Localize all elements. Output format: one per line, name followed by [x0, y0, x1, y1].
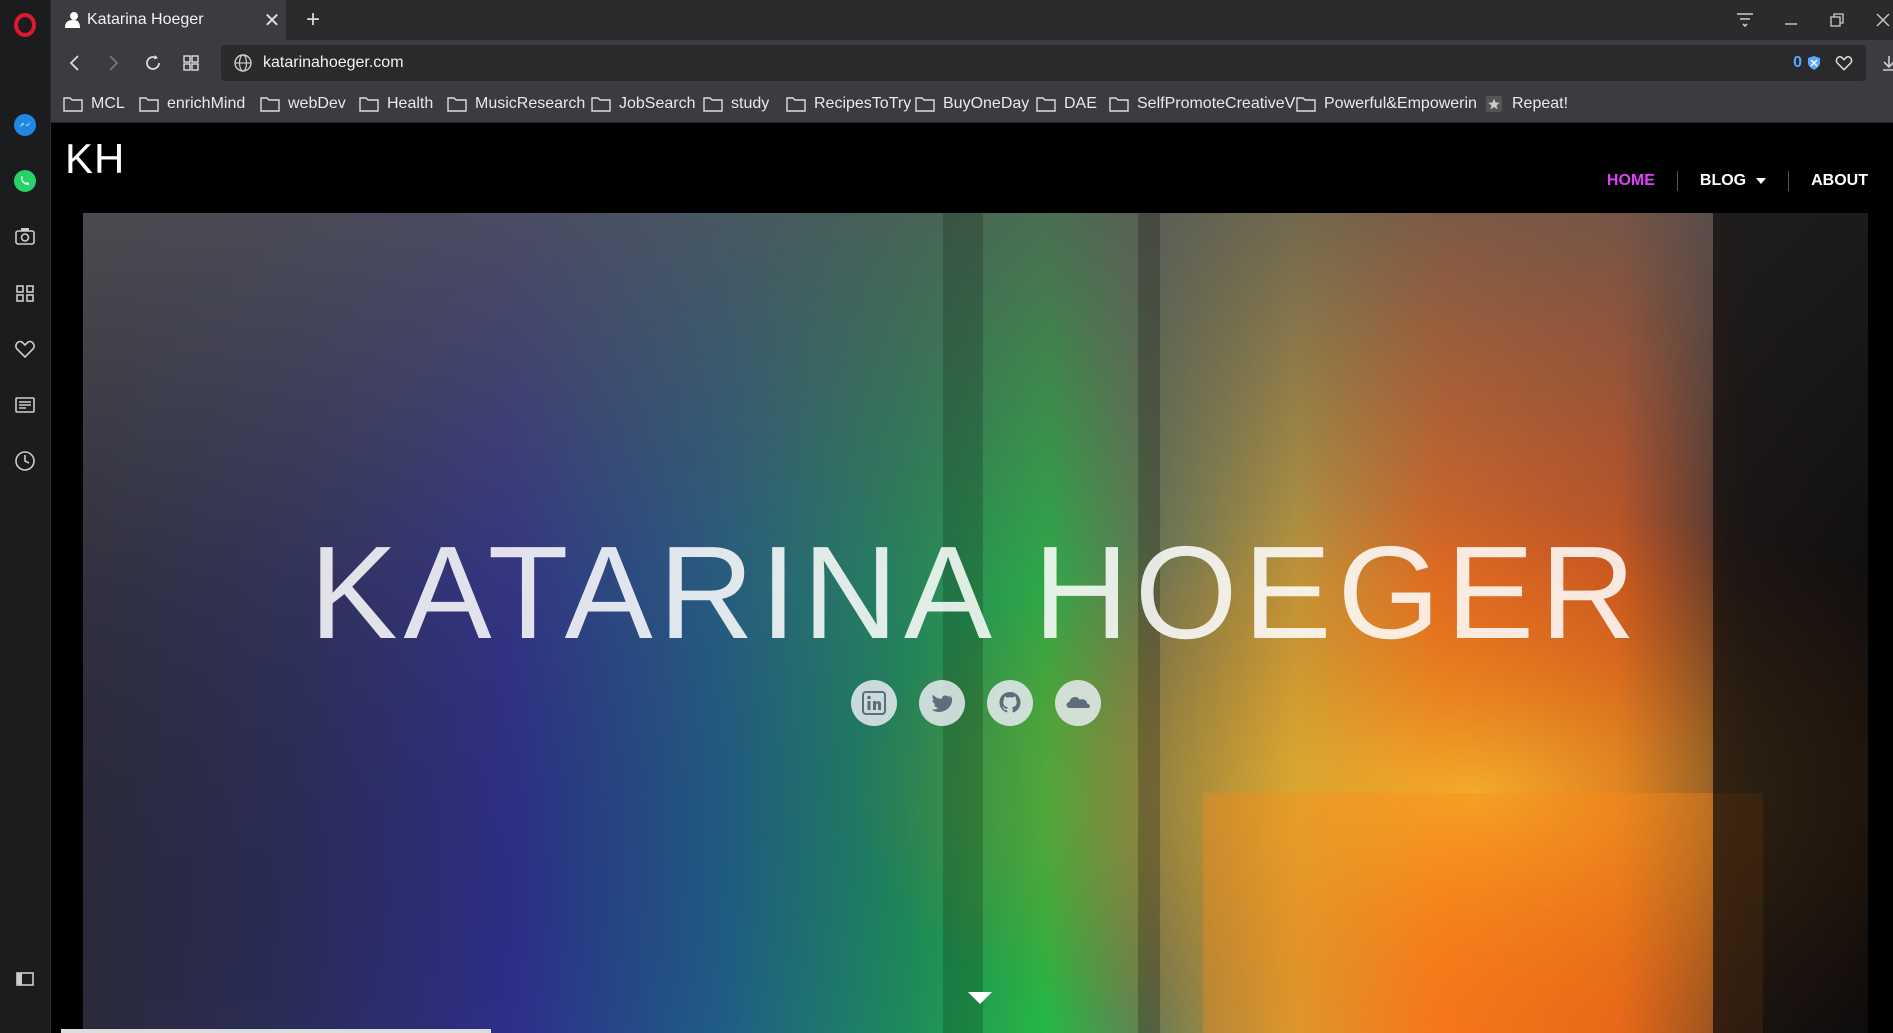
messenger-icon[interactable]	[12, 112, 38, 138]
nav-blog-label: BLOG	[1699, 172, 1747, 189]
blocked-ads-count[interactable]: 0	[1793, 54, 1802, 72]
url-field[interactable]: katarinahoeger.com 0	[221, 45, 1866, 81]
folder-icon	[703, 97, 723, 112]
bookmark-label: MCL	[91, 95, 125, 112]
close-window-icon[interactable]	[1865, 6, 1893, 34]
bookmark-label: MusicResearch	[475, 95, 586, 112]
speed-dial-icon[interactable]	[12, 280, 38, 306]
folder-icon	[1296, 97, 1316, 112]
bookmark-label: enrichMind	[167, 95, 246, 112]
news-icon[interactable]	[12, 392, 38, 418]
soundcloud-link[interactable]	[1054, 680, 1101, 726]
history-icon[interactable]	[12, 448, 38, 474]
ad-block-shield-icon[interactable]	[1806, 55, 1822, 71]
opera-logo-icon[interactable]	[12, 12, 38, 38]
github-icon	[999, 692, 1020, 713]
twitter-link[interactable]	[918, 680, 965, 726]
download-icon[interactable]	[1875, 49, 1893, 77]
forward-icon[interactable]	[99, 49, 127, 77]
tab-close-icon[interactable]: ✕	[258, 8, 286, 33]
hero-section: KATARINA HOEGER	[83, 213, 1868, 1033]
tab-title: Katarina Hoeger	[87, 11, 204, 28]
folder-icon	[591, 97, 611, 112]
folder-icon	[139, 97, 159, 112]
heart-icon[interactable]	[12, 336, 38, 362]
bookmarks-bar: MCL enrichMind webDev Health MusicResear…	[51, 86, 1893, 123]
bookmark-folder[interactable]: BuyOneDay	[915, 86, 1029, 122]
tab-menu-icon[interactable]	[1727, 6, 1763, 34]
back-icon[interactable]	[61, 49, 89, 77]
minimize-icon[interactable]	[1773, 6, 1809, 34]
hero-title: KATARINA HOEGER	[309, 519, 1642, 666]
web-page: KH HOME BLOG ABOUT KATARINA HOEGER	[51, 123, 1893, 1033]
bookmark-label: webDev	[288, 95, 346, 112]
opera-sidebar	[0, 0, 51, 1033]
address-bar-row: katarinahoeger.com 0	[51, 40, 1893, 86]
scroll-down-icon[interactable]	[968, 992, 992, 1004]
linkedin-link[interactable]	[850, 680, 897, 726]
favicon-icon	[65, 12, 80, 28]
globe-icon	[234, 54, 252, 72]
bookmark-label: BuyOneDay	[943, 95, 1030, 112]
site-logo[interactable]: KH	[65, 135, 125, 183]
repeat-favicon-icon	[1485, 95, 1503, 113]
bookmark-label: Powerful&Empowerin	[1324, 95, 1477, 112]
restore-icon[interactable]	[1819, 6, 1855, 34]
bookmark-label: Health	[387, 95, 434, 112]
folder-icon	[786, 97, 806, 112]
folder-icon	[359, 97, 379, 112]
nav-home[interactable]: HOME	[1585, 172, 1677, 190]
folder-icon	[1036, 97, 1056, 112]
twitter-icon	[931, 694, 952, 712]
url-text: katarinahoeger.com	[263, 54, 404, 71]
bookmark-folder[interactable]: RecipesToTry	[786, 86, 911, 122]
bookmark-label: DAE	[1064, 95, 1097, 112]
new-tab-button[interactable]: +	[299, 6, 327, 34]
bookmark-label: study	[731, 95, 770, 112]
folder-icon	[1109, 97, 1129, 112]
social-links	[83, 680, 1868, 726]
page-load-progress	[61, 1029, 491, 1033]
github-link[interactable]	[986, 680, 1033, 726]
folder-icon	[63, 97, 83, 112]
folder-icon	[447, 97, 467, 112]
bookmark-folder[interactable]: JobSearch	[591, 86, 696, 122]
caret-down-icon	[1756, 178, 1767, 184]
bookmark-label: SelfPromoteCreativeV	[1137, 95, 1296, 112]
linkedin-icon	[861, 691, 886, 715]
sidebar-toggle-icon[interactable]	[12, 966, 38, 992]
bookmark-folder[interactable]: webDev	[260, 86, 346, 122]
bookmark-label: Repeat!	[1512, 95, 1569, 112]
bookmark-folder[interactable]: study	[703, 86, 769, 122]
bookmark-folder[interactable]: MCL	[63, 86, 125, 122]
folder-icon	[915, 97, 935, 112]
browser-tab[interactable]: Katarina Hoeger ✕	[51, 0, 286, 40]
bookmark-folder[interactable]: enrichMind	[139, 86, 245, 122]
bookmark-folder[interactable]: DAE	[1036, 86, 1097, 122]
soundcloud-icon	[1066, 697, 1090, 708]
tabs-grid-icon[interactable]	[177, 49, 205, 77]
bookmark-label: RecipesToTry	[814, 95, 912, 112]
bookmark-folder[interactable]: MusicResearch	[447, 86, 585, 122]
nav-blog[interactable]: BLOG	[1678, 172, 1788, 190]
tab-strip: Katarina Hoeger ✕ +	[51, 0, 1893, 40]
site-nav: HOME BLOG ABOUT	[1585, 171, 1868, 191]
bookmark-link[interactable]: Repeat!	[1484, 86, 1568, 122]
bookmark-heart-icon[interactable]	[1834, 53, 1854, 73]
camera-icon[interactable]	[12, 223, 38, 249]
bookmark-label: JobSearch	[619, 95, 696, 112]
whatsapp-icon[interactable]	[12, 168, 38, 194]
reload-icon[interactable]	[139, 49, 167, 77]
nav-about[interactable]: ABOUT	[1789, 172, 1868, 190]
bookmark-folder[interactable]: Health	[359, 86, 433, 122]
folder-icon	[260, 97, 280, 112]
